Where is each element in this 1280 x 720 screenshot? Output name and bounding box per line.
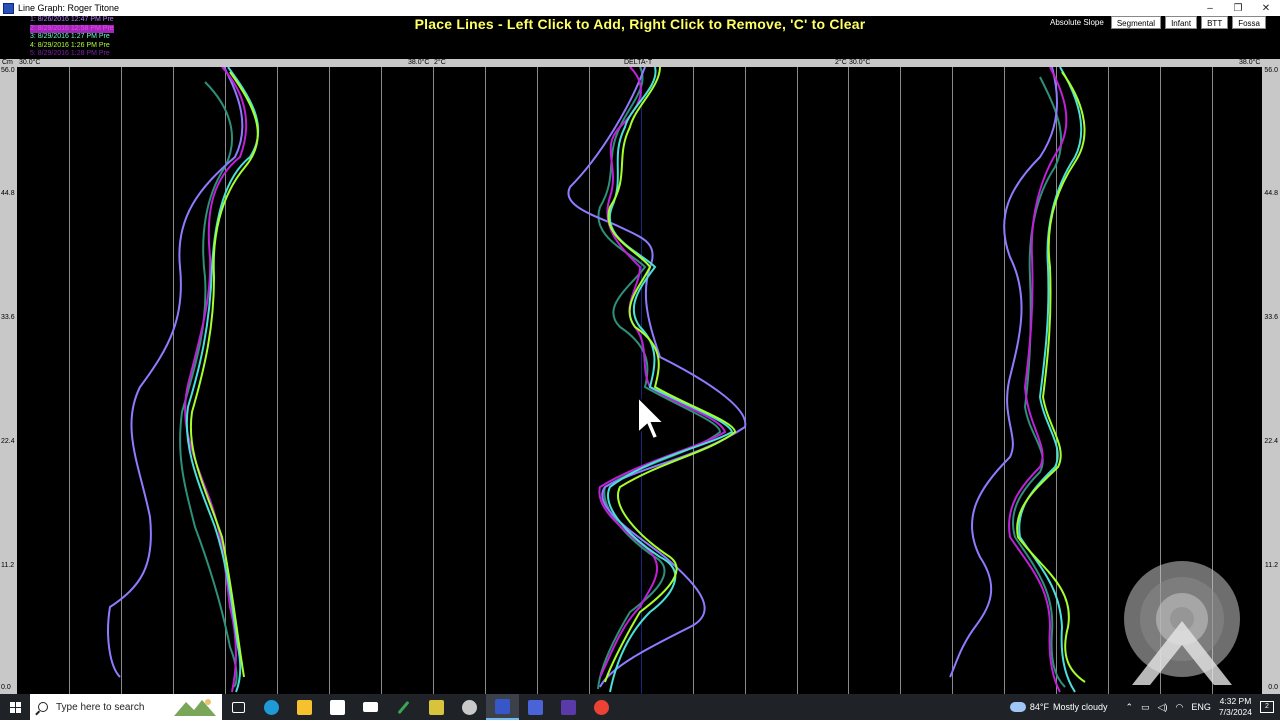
btt-button[interactable]: BTT: [1201, 16, 1229, 29]
report-app-icon[interactable]: [552, 694, 585, 720]
volume-icon[interactable]: ◁): [1158, 702, 1168, 713]
temperature-scale: Cm 30.0°C 38.0°C 2°C DELTA-T 2°C 30.0°C …: [0, 59, 1280, 67]
delta-title: DELTA-T: [624, 59, 653, 66]
infant-button[interactable]: Infant: [1165, 16, 1198, 29]
network-icon[interactable]: ▭: [1141, 702, 1150, 713]
unit-label: Cm: [2, 59, 13, 66]
minimize-button[interactable]: –: [1196, 0, 1224, 16]
notification-icon[interactable]: 2: [1260, 701, 1274, 713]
series-line-delta-4: [604, 67, 737, 683]
segmental-button[interactable]: Segmental: [1110, 16, 1162, 29]
weather-temp: 84°F: [1029, 702, 1050, 712]
search-icon: [38, 702, 48, 712]
pen-app-icon[interactable]: [387, 694, 420, 720]
line-graph-app-icon[interactable]: [486, 694, 519, 720]
legend-item[interactable]: 3: 8/29/2016 1:27 PM Pre: [30, 33, 114, 42]
weather-text: Mostly cloudy: [1053, 702, 1108, 712]
edge-browser-icon[interactable]: [255, 694, 288, 720]
mail-icon[interactable]: [354, 694, 387, 720]
delta-min-label: 2°C: [434, 59, 446, 66]
legend-item[interactable]: 4: 8/29/2016 1:26 PM Pre: [30, 42, 114, 51]
left-max-label: 38.0°C: [408, 59, 430, 66]
line-graph-plot[interactable]: 56.0 44.8 33.6 22.4 11.2 0.0 56.0 44.8 3…: [0, 67, 1280, 694]
mouse-cursor-icon: [637, 395, 666, 441]
windows-taskbar: Type here to search 84°F Mostly cloudy ⌃…: [0, 694, 1280, 720]
chevron-up-icon[interactable]: ⌃: [1126, 702, 1134, 713]
thermal-app-icon[interactable]: [453, 694, 486, 720]
mode-toolbar: Absolute Slope Segmental Infant BTT Foss…: [1050, 16, 1266, 29]
window-title: Line Graph: Roger Titone: [18, 3, 120, 13]
series-line-left-4: [189, 71, 259, 678]
scan-app-icon[interactable]: [519, 694, 552, 720]
legend-item[interactable]: 5: 8/29/2016 1:28 PM Pre: [30, 50, 114, 59]
language-indicator[interactable]: ENG: [1191, 702, 1211, 712]
series-line-left-2: [184, 67, 248, 693]
graph-header: 1: 8/26/2016 12:47 PM Pre 2: 8/29/2016 1…: [0, 16, 1280, 59]
series-line-delta-3: [607, 67, 734, 693]
store-icon[interactable]: [321, 694, 354, 720]
left-min-label: 30.0°C: [19, 59, 41, 66]
series-line-right-5: [1012, 76, 1066, 688]
clock-time: 4:32 PM: [1219, 696, 1252, 706]
weather-widget[interactable]: 84°F Mostly cloudy: [1009, 702, 1108, 712]
search-highlight-icon: [174, 699, 216, 716]
system-tray: 84°F Mostly cloudy ⌃ ▭ ◁) ◠ ENG 4:32 PM …: [1009, 696, 1280, 718]
delta-max-label: 2°C: [835, 59, 847, 66]
task-view-icon[interactable]: [222, 694, 255, 720]
wifi-icon[interactable]: ◠: [1176, 702, 1184, 713]
chrome-icon[interactable]: [585, 694, 618, 720]
right-max-label: 38.0°C: [1239, 59, 1261, 66]
clock-date: 7/3/2024: [1218, 707, 1252, 717]
right-min-label: 30.0°C: [849, 59, 871, 66]
window-titlebar: Line Graph: Roger Titone – ❐ ✕: [0, 0, 1280, 16]
broadcast-watermark-icon: [1124, 561, 1240, 685]
search-placeholder: Type here to search: [56, 701, 145, 713]
temperature-curves: [107, 67, 1086, 693]
windows-logo-icon: [9, 701, 21, 713]
close-button[interactable]: ✕: [1252, 0, 1280, 16]
fossa-button[interactable]: Fossa: [1232, 16, 1266, 29]
absolute-slope-label[interactable]: Absolute Slope: [1050, 18, 1104, 27]
notes-app-icon[interactable]: [420, 694, 453, 720]
series-line-left-3: [185, 67, 260, 693]
start-button[interactable]: [0, 694, 30, 720]
app-icon: [3, 2, 14, 14]
clock[interactable]: 4:32 PM 7/3/2024: [1219, 696, 1252, 718]
file-explorer-icon[interactable]: [288, 694, 321, 720]
series-line-left-1: [107, 67, 244, 678]
restore-button[interactable]: ❐: [1224, 0, 1252, 16]
instruction-label: Place Lines - Left Click to Add, Right C…: [414, 16, 866, 32]
taskbar-search[interactable]: Type here to search: [30, 694, 222, 720]
cloud-icon: [1009, 702, 1026, 712]
